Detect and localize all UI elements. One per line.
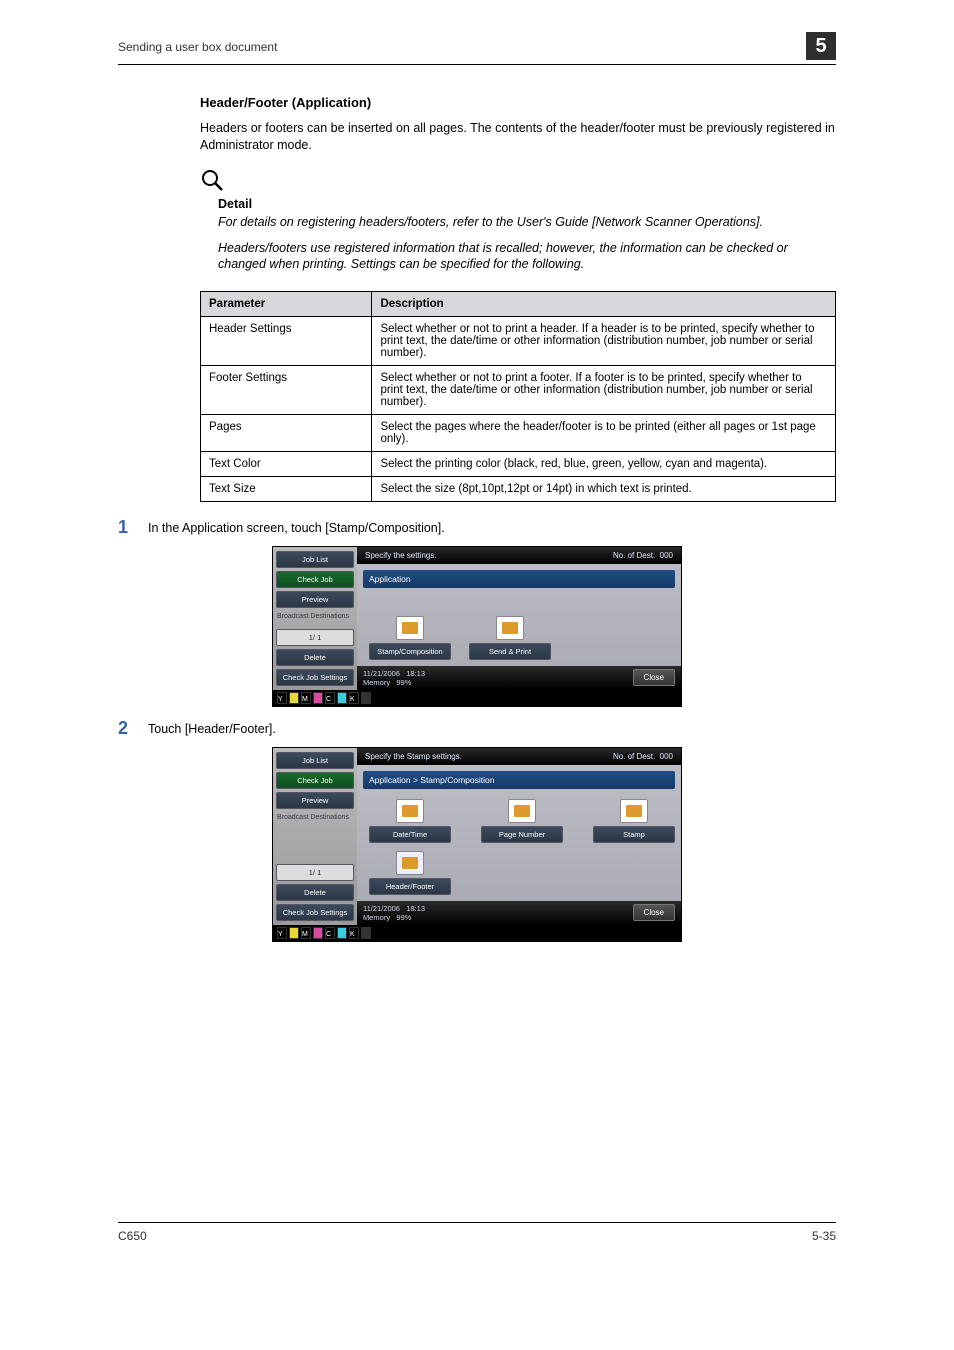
date-time-icon bbox=[396, 799, 424, 823]
cell: Select whether or not to print a footer.… bbox=[372, 365, 836, 414]
memory-pct: 99% bbox=[396, 913, 411, 922]
preview-button[interactable]: Preview bbox=[276, 591, 354, 608]
header-footer-button[interactable]: Header/Footer bbox=[369, 851, 451, 895]
cell: Text Color bbox=[201, 451, 372, 476]
delete-button[interactable]: Delete bbox=[276, 649, 354, 666]
parameter-table: Parameter Description Header SettingsSel… bbox=[200, 291, 836, 502]
table-row: Header SettingsSelect whether or not to … bbox=[201, 316, 836, 365]
cell: Select the size (8pt,10pt,12pt or 14pt) … bbox=[372, 476, 836, 501]
page-indicator: 1/ 1 bbox=[276, 864, 354, 881]
stamp-composition-button[interactable]: Stamp/Composition bbox=[369, 616, 451, 660]
memory-pct: 99% bbox=[396, 678, 411, 687]
cell: Footer Settings bbox=[201, 365, 372, 414]
check-job-settings-button[interactable]: Check Job Settings bbox=[276, 669, 354, 686]
detail-block: Detail For details on registering header… bbox=[200, 168, 836, 273]
breadcrumb: Application > Stamp/Composition bbox=[363, 771, 675, 789]
btn-label: Stamp bbox=[593, 826, 675, 843]
btn-label: Send & Print bbox=[469, 643, 551, 660]
toner-indicator: YMCK bbox=[277, 927, 371, 939]
stamp-icon bbox=[396, 616, 424, 640]
time: 18:13 bbox=[406, 669, 425, 678]
btn-label: Stamp/Composition bbox=[369, 643, 451, 660]
dest-label: No. of Dest. bbox=[613, 551, 655, 560]
stamp-button[interactable]: Stamp bbox=[593, 799, 675, 843]
device-screenshot-1: Job List Check Job Preview Broadcast Des… bbox=[272, 546, 682, 707]
step-1: 1 In the Application screen, touch [Stam… bbox=[118, 518, 836, 536]
detail-p1: For details on registering headers/foote… bbox=[218, 214, 836, 230]
th-description: Description bbox=[372, 291, 836, 316]
table-row: Footer SettingsSelect whether or not to … bbox=[201, 365, 836, 414]
chapter-number: 5 bbox=[806, 32, 836, 60]
toner-indicator: YMCK bbox=[277, 692, 371, 704]
send-print-icon bbox=[496, 616, 524, 640]
dest-count: 000 bbox=[660, 752, 673, 761]
job-list-button[interactable]: Job List bbox=[276, 551, 354, 568]
title-text: Specify the settings. bbox=[365, 551, 437, 560]
cell: Select whether or not to print a header.… bbox=[372, 316, 836, 365]
step-2: 2 Touch [Header/Footer]. bbox=[118, 719, 836, 737]
page-footer: C650 5-35 bbox=[118, 1222, 836, 1243]
close-button[interactable]: Close bbox=[633, 904, 675, 921]
th-parameter: Parameter bbox=[201, 291, 372, 316]
cell: Pages bbox=[201, 414, 372, 451]
page-number-icon bbox=[508, 799, 536, 823]
cell: Text Size bbox=[201, 476, 372, 501]
page-number-button[interactable]: Page Number bbox=[481, 799, 563, 843]
broadcast-label: Broadcast Destinations bbox=[276, 812, 354, 823]
device-screenshot-2: Job List Check Job Preview Broadcast Des… bbox=[272, 747, 682, 942]
breadcrumb: Application bbox=[363, 570, 675, 588]
rule bbox=[118, 64, 836, 65]
check-job-settings-button[interactable]: Check Job Settings bbox=[276, 904, 354, 921]
btn-label: Page Number bbox=[481, 826, 563, 843]
check-job-button[interactable]: Check Job bbox=[276, 571, 354, 588]
date-time-button[interactable]: Date/Time bbox=[369, 799, 451, 843]
page-indicator: 1/ 1 bbox=[276, 629, 354, 646]
preview-button[interactable]: Preview bbox=[276, 792, 354, 809]
intro-paragraph: Headers or footers can be inserted on al… bbox=[200, 120, 836, 154]
dest-count: 000 bbox=[660, 551, 673, 560]
header-footer-icon bbox=[396, 851, 424, 875]
job-list-button[interactable]: Job List bbox=[276, 752, 354, 769]
device-sidebar: Job List Check Job Preview Broadcast Des… bbox=[273, 748, 357, 925]
delete-button[interactable]: Delete bbox=[276, 884, 354, 901]
footer-right: 5-35 bbox=[812, 1229, 836, 1243]
check-job-button[interactable]: Check Job bbox=[276, 772, 354, 789]
date: 11/21/2006 bbox=[363, 904, 400, 913]
step-number: 1 bbox=[118, 518, 148, 536]
table-row: PagesSelect the pages where the header/f… bbox=[201, 414, 836, 451]
step-text: In the Application screen, touch [Stamp/… bbox=[148, 518, 445, 536]
detail-title: Detail bbox=[218, 197, 836, 211]
stamp-icon bbox=[620, 799, 648, 823]
footer-left: C650 bbox=[118, 1229, 147, 1243]
send-print-button[interactable]: Send & Print bbox=[469, 616, 551, 660]
dest-label: No. of Dest. bbox=[613, 752, 655, 761]
title-text: Specify the Stamp settings. bbox=[365, 752, 462, 761]
running-head: Sending a user box document bbox=[118, 40, 836, 54]
table-row: Text SizeSelect the size (8pt,10pt,12pt … bbox=[201, 476, 836, 501]
device-sidebar: Job List Check Job Preview Broadcast Des… bbox=[273, 547, 357, 690]
cell: Select the printing color (black, red, b… bbox=[372, 451, 836, 476]
table-row: Text ColorSelect the printing color (bla… bbox=[201, 451, 836, 476]
memory-label: Memory bbox=[363, 913, 390, 922]
memory-label: Memory bbox=[363, 678, 390, 687]
btn-label: Header/Footer bbox=[369, 878, 451, 895]
step-number: 2 bbox=[118, 719, 148, 737]
btn-label: Date/Time bbox=[369, 826, 451, 843]
section-heading: Header/Footer (Application) bbox=[200, 95, 836, 110]
magnifier-icon bbox=[200, 168, 224, 195]
cell: Select the pages where the header/footer… bbox=[372, 414, 836, 451]
close-button[interactable]: Close bbox=[633, 669, 675, 686]
date: 11/21/2006 bbox=[363, 669, 400, 678]
step-text: Touch [Header/Footer]. bbox=[148, 719, 276, 737]
detail-p2: Headers/footers use registered informati… bbox=[218, 240, 836, 273]
cell: Header Settings bbox=[201, 316, 372, 365]
time: 18:13 bbox=[406, 904, 425, 913]
broadcast-label: Broadcast Destinations bbox=[276, 611, 354, 622]
